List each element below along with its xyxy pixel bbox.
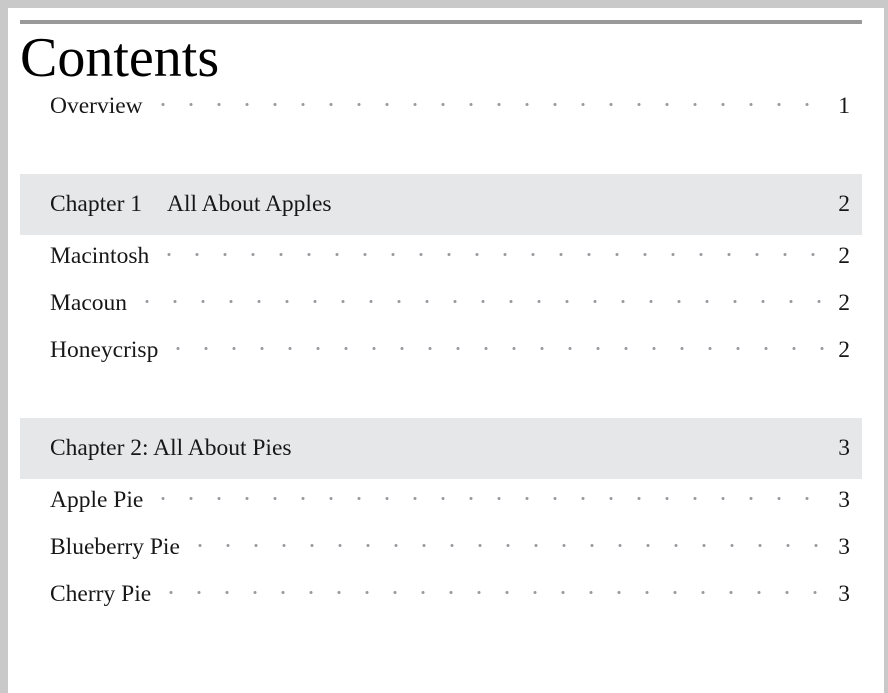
toc-entry-label: Blueberry Pie bbox=[50, 533, 180, 560]
toc-entry-page-number: 3 bbox=[838, 533, 850, 560]
viewport: Contents Overview 1 Chapter 1 All About … bbox=[0, 0, 888, 693]
toc-chapter-page-number: 2 bbox=[838, 191, 850, 218]
toc-chapter-title: All About Apples bbox=[167, 191, 332, 218]
toc-entry-page-number: 2 bbox=[838, 242, 850, 269]
toc-entry-label: Macoun bbox=[50, 289, 128, 316]
dot-leader bbox=[155, 239, 830, 263]
document-page: Contents Overview 1 Chapter 1 All About … bbox=[8, 8, 884, 693]
toc-entry-cherry-pie[interactable]: Cherry Pie 3 bbox=[20, 577, 862, 624]
dot-leader bbox=[133, 286, 830, 310]
dot-leader bbox=[185, 530, 831, 554]
toc-entry-label: Apple Pie bbox=[50, 486, 144, 513]
toc-entry-macoun[interactable]: Macoun 2 bbox=[20, 286, 862, 333]
toc-entry-label: Cherry Pie bbox=[50, 580, 152, 607]
dot-leader bbox=[157, 577, 830, 601]
toc-entry-page-number: 3 bbox=[838, 580, 850, 607]
toc-entry-page-number: 2 bbox=[838, 336, 850, 363]
table-of-contents: Contents Overview 1 Chapter 1 All About … bbox=[20, 27, 862, 624]
toc-entry-honeycrisp[interactable]: Honeycrisp 2 bbox=[20, 333, 862, 380]
dot-leader bbox=[148, 89, 831, 113]
toc-chapter-number: Chapter 1 bbox=[50, 191, 143, 218]
toc-entry-blueberry-pie[interactable]: Blueberry Pie 3 bbox=[20, 530, 862, 577]
toc-entry-page-number: 1 bbox=[838, 92, 850, 119]
header-rule bbox=[20, 20, 862, 24]
toc-chapter-2[interactable]: Chapter 2: All About Pies 3 bbox=[20, 418, 862, 480]
toc-entry-macintosh[interactable]: Macintosh 2 bbox=[20, 239, 862, 286]
toc-entry-label: Honeycrisp bbox=[50, 336, 159, 363]
toc-entry-page-number: 2 bbox=[838, 289, 850, 316]
toc-entry-label: Overview bbox=[50, 92, 143, 119]
toc-entry-apple-pie[interactable]: Apple Pie 3 bbox=[20, 483, 862, 530]
page-title: Contents bbox=[20, 27, 220, 89]
dot-leader bbox=[149, 483, 830, 507]
toc-chapter-1[interactable]: Chapter 1 All About Apples 2 bbox=[20, 174, 862, 236]
dot-leader bbox=[164, 333, 830, 357]
toc-entry-label: Macintosh bbox=[50, 242, 150, 269]
toc-entry-overview[interactable]: Overview 1 bbox=[20, 89, 862, 136]
toc-chapter-number: Chapter 2: All About Pies bbox=[50, 435, 292, 462]
toc-chapter-page-number: 3 bbox=[838, 435, 850, 462]
toc-entry-page-number: 3 bbox=[838, 486, 850, 513]
